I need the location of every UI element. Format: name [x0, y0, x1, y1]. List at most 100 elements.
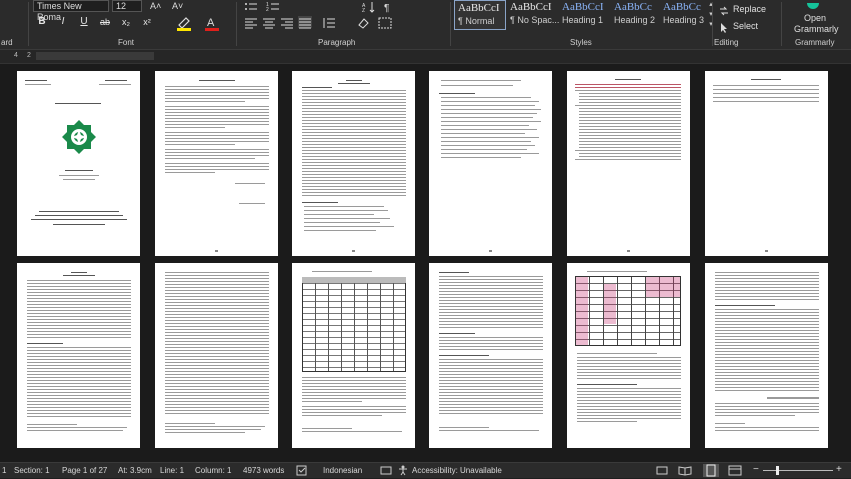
proofing-icon[interactable]: [296, 465, 308, 476]
page-thumbnail[interactable]: [17, 263, 140, 448]
replace-icon[interactable]: [718, 4, 730, 16]
text-line: [302, 108, 406, 109]
select-icon[interactable]: [718, 21, 730, 33]
subscript-icon[interactable]: x₂: [119, 15, 133, 29]
grammarly-icon[interactable]: [806, 0, 820, 10]
zoom-slider-track[interactable]: [763, 470, 833, 471]
page-thumbnail-list-of-tables[interactable]: [705, 71, 828, 256]
focus-icon[interactable]: [655, 465, 669, 476]
zoom-in-icon[interactable]: +: [836, 464, 842, 475]
page-thumbnail[interactable]: [429, 263, 552, 448]
status-column[interactable]: Column: 1: [195, 466, 231, 475]
text-line: [439, 346, 543, 347]
status-section[interactable]: Section: 1: [14, 466, 50, 475]
shading-icon[interactable]: [356, 16, 370, 29]
page-thumbnail-toc[interactable]: [567, 71, 690, 256]
bullets-icon[interactable]: [244, 0, 258, 12]
text-line: [27, 356, 131, 357]
strikethrough-icon[interactable]: ab: [98, 15, 112, 29]
text-line: [165, 121, 269, 122]
zoom-slider-thumb[interactable]: [776, 466, 779, 475]
style-heading-1[interactable]: AaBbCcI Heading 1: [559, 0, 611, 30]
accessibility-icon[interactable]: [397, 465, 409, 476]
font-name-box[interactable]: Times New Roma: [33, 0, 109, 22]
select-label[interactable]: Select: [733, 21, 758, 31]
align-center-icon[interactable]: [262, 16, 276, 29]
text-line: [165, 293, 269, 294]
text-line: [165, 278, 269, 279]
style-name: Heading 2: [614, 15, 656, 25]
text-line: [165, 320, 269, 321]
text-line: [312, 271, 372, 272]
text-line: [302, 195, 406, 196]
status-at[interactable]: At: 3.9cm: [118, 466, 152, 475]
highlight-icon[interactable]: [176, 15, 192, 31]
text-line: [302, 415, 382, 416]
style-heading-2[interactable]: AaBbCc Heading 2: [611, 0, 663, 30]
horizontal-ruler[interactable]: 4 2 2 4 6 8 10 12 14 16: [0, 50, 851, 64]
font-color-icon[interactable]: A: [204, 15, 220, 31]
underline-icon[interactable]: U: [77, 15, 91, 29]
text-line: [165, 404, 269, 405]
shrink-font-icon[interactable]: A˅: [172, 1, 190, 12]
status-word-count[interactable]: 4973 words: [243, 466, 284, 475]
style-heading-3[interactable]: AaBbCc Heading 3: [660, 0, 712, 30]
borders-icon[interactable]: [378, 16, 392, 29]
style-sample: AaBbCcI: [458, 2, 500, 14]
text-line: [165, 371, 269, 372]
zoom-out-icon[interactable]: −: [753, 464, 759, 475]
superscript-icon[interactable]: x²: [140, 15, 154, 29]
status-language[interactable]: Indonesian: [323, 466, 362, 475]
numbering-icon[interactable]: 12: [266, 0, 280, 13]
text-line: [65, 170, 93, 171]
page-thumbnail[interactable]: [155, 71, 278, 256]
text-line: [165, 163, 269, 164]
page-thumbnail-cover[interactable]: [17, 71, 140, 256]
page-thumbnail[interactable]: [705, 263, 828, 448]
ruler-tick: 4: [14, 52, 18, 59]
page-thumbnail-table[interactable]: [567, 263, 690, 448]
text-predictions-icon[interactable]: [380, 465, 392, 476]
document-area[interactable]: [0, 64, 851, 462]
styles-scroll-icon[interactable]: ▴ ▾ ▾: [707, 0, 715, 32]
status-page[interactable]: Page 1 of 27: [62, 466, 107, 475]
text-line: [577, 369, 681, 370]
text-line: [715, 415, 795, 416]
replace-label[interactable]: Replace: [733, 4, 766, 14]
show-formatting-icon[interactable]: ¶: [382, 0, 396, 14]
text-line: [715, 381, 819, 382]
text-line: [27, 298, 131, 299]
grow-font-icon[interactable]: A˄: [150, 1, 168, 12]
text-line: [165, 338, 269, 339]
page-thumbnail-table[interactable]: [292, 263, 415, 448]
page-thumbnail[interactable]: [155, 263, 278, 448]
text-line: [25, 84, 51, 85]
grammarly-open-label[interactable]: Open: [804, 13, 826, 23]
web-layout-icon[interactable]: [728, 465, 742, 476]
text-line: [302, 180, 406, 181]
justify-icon[interactable]: [298, 16, 312, 29]
font-size-box[interactable]: 12: [112, 0, 142, 12]
text-line: [302, 395, 406, 396]
text-line: [165, 89, 269, 90]
align-left-icon[interactable]: [244, 16, 258, 29]
align-right-icon[interactable]: [280, 16, 294, 29]
page-thumbnail[interactable]: [429, 71, 552, 256]
status-accessibility[interactable]: Accessibility: Unavailable: [412, 466, 502, 475]
text-line: [715, 281, 819, 282]
italic-icon[interactable]: I: [56, 15, 70, 29]
style-no-spacing[interactable]: AaBbCcI ¶ No Spac...: [507, 0, 559, 30]
bold-icon[interactable]: B: [35, 15, 49, 29]
text-line: [27, 319, 131, 320]
grammarly-name-label[interactable]: Grammarly: [794, 24, 839, 34]
print-layout-icon[interactable]: [703, 464, 719, 477]
text-line: [577, 403, 681, 404]
line-spacing-icon[interactable]: [322, 16, 336, 28]
text-line: [715, 423, 745, 424]
page-thumbnail[interactable]: [292, 71, 415, 256]
read-mode-icon[interactable]: [678, 465, 692, 476]
status-line[interactable]: Line: 1: [160, 466, 184, 475]
style-normal[interactable]: AaBbCcI ¶ Normal: [454, 0, 506, 30]
text-line: [715, 272, 819, 273]
sort-icon[interactable]: AZ: [362, 0, 376, 14]
